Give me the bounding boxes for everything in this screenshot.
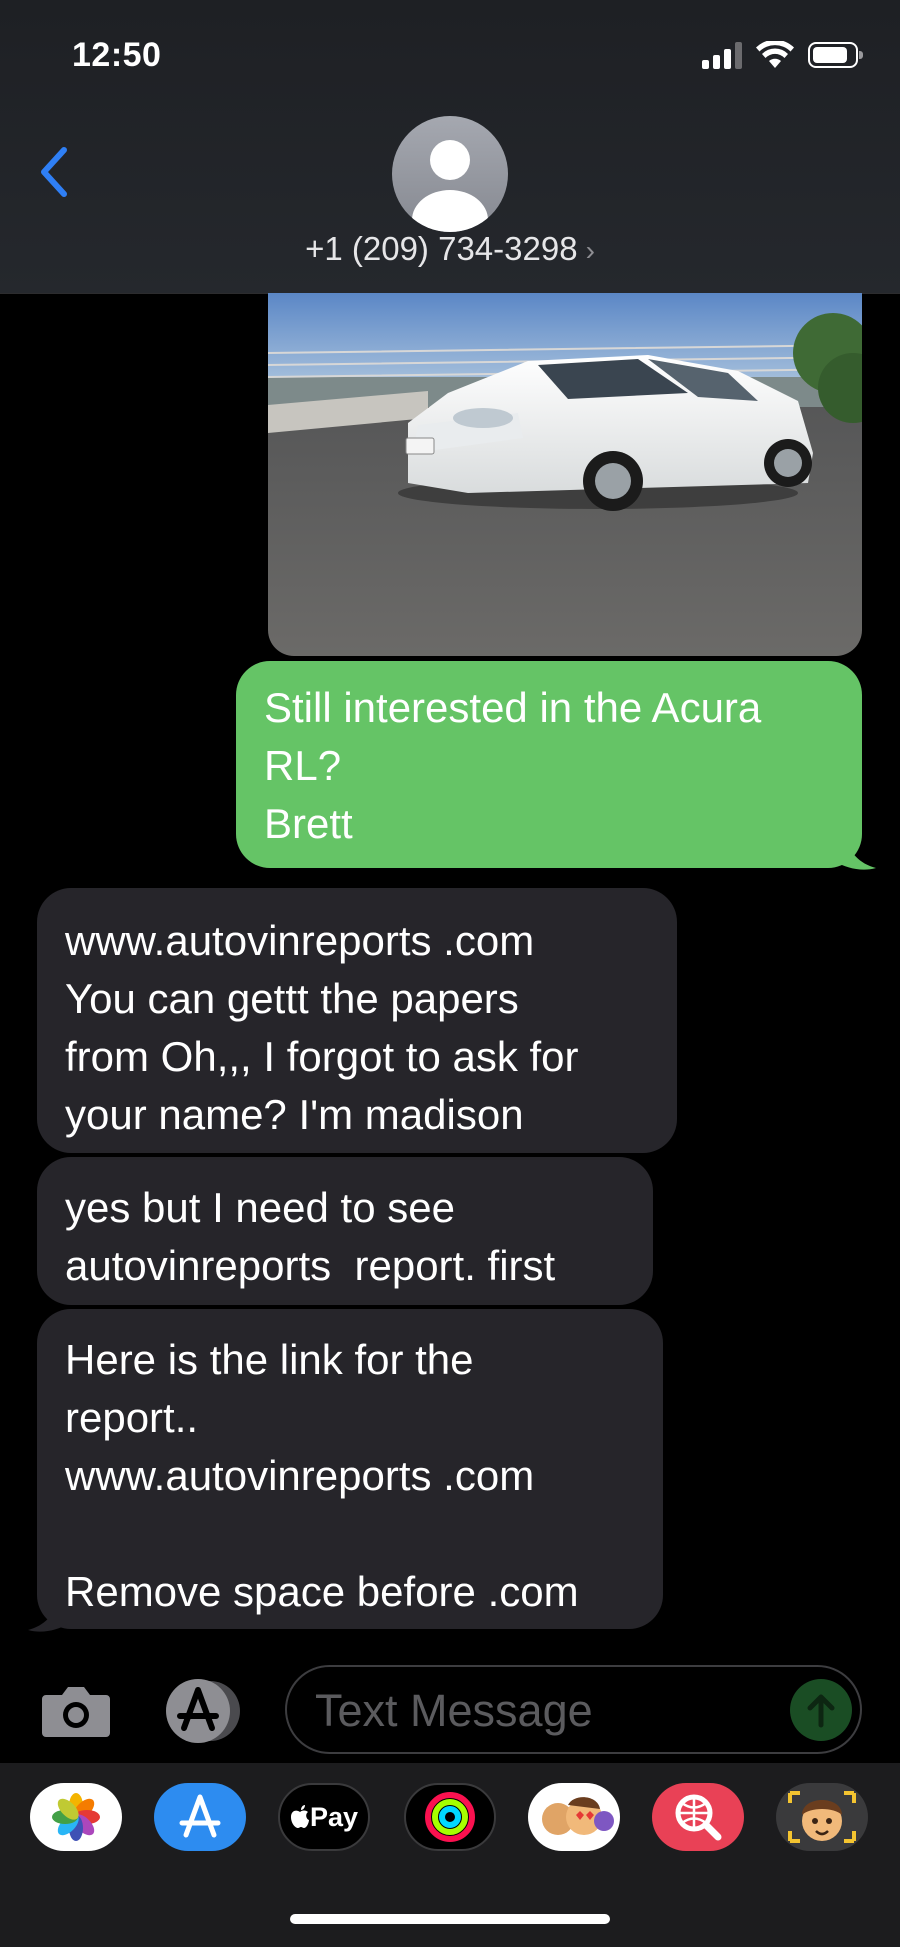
- photos-app-button[interactable]: [30, 1783, 122, 1851]
- message-text: You can gettt the papers: [65, 975, 519, 1022]
- message-text: yes but I need to see: [65, 1184, 455, 1231]
- conversation-header: 12:50 +1 (209) 734-3298 ›: [0, 0, 900, 294]
- cellular-signal-icon: [702, 41, 742, 69]
- contact-number[interactable]: +1 (209) 734-3298: [305, 230, 577, 267]
- memoji-stickers-icon: [542, 1797, 614, 1835]
- photos-icon: [52, 1793, 100, 1841]
- apple-pay-app-button[interactable]: Pay: [278, 1783, 370, 1851]
- memoji-stickers-app-button[interactable]: [528, 1783, 620, 1851]
- status-time: 12:50: [72, 36, 162, 74]
- message-input-placeholder: Text Message: [315, 1685, 593, 1736]
- message-input[interactable]: Text Message: [285, 1665, 862, 1754]
- sent-bubble-tail: [836, 836, 876, 870]
- received-message-bubble[interactable]: yes but I need to see autovinreports rep…: [37, 1157, 653, 1305]
- camera-icon[interactable]: [40, 1683, 112, 1739]
- memoji-icon: [788, 1791, 856, 1843]
- message-text: Remove space before .com: [65, 1568, 579, 1615]
- car-photo-message[interactable]: [268, 293, 862, 656]
- sent-message-bubble[interactable]: Still interested in the Acura RL? Brett: [236, 661, 862, 868]
- message-text: your name? I'm madison: [65, 1091, 524, 1138]
- message-text: RL?: [264, 742, 342, 789]
- message-text: ​: [65, 1505, 635, 1563]
- activity-icon: [425, 1792, 475, 1842]
- activity-app-button[interactable]: [404, 1783, 496, 1851]
- app-store-button-icon[interactable]: [160, 1676, 246, 1746]
- contact-name[interactable]: +1 (209) 734-3298 ›: [0, 230, 900, 268]
- arrow-up-icon: [807, 1694, 835, 1728]
- home-indicator[interactable]: [290, 1914, 610, 1924]
- image-search-icon: [675, 1794, 722, 1841]
- contact-avatar[interactable]: [392, 116, 508, 232]
- send-button[interactable]: [790, 1679, 852, 1741]
- person-icon: [412, 140, 488, 232]
- apple-pay-label: Pay: [309, 1801, 359, 1832]
- image-search-app-button[interactable]: [652, 1783, 744, 1851]
- message-text: report..: [65, 1394, 199, 1441]
- received-bubble-tail: [28, 1598, 68, 1632]
- memoji-app-button[interactable]: [776, 1783, 868, 1851]
- message-text: Still interested in the Acura: [264, 684, 762, 731]
- status-icons: [702, 38, 863, 72]
- received-message-bubble[interactable]: www.autovinreports .com You can gettt th…: [37, 888, 677, 1153]
- wifi-icon: [756, 41, 794, 68]
- received-message-bubble[interactable]: Here is the link for the report.. www.au…: [37, 1309, 663, 1629]
- message-text: Brett: [264, 800, 353, 847]
- message-text: www.autovinreports .com: [65, 1452, 535, 1499]
- message-text: autovinreports report. first: [65, 1242, 556, 1289]
- app-store-app-button[interactable]: [154, 1783, 246, 1851]
- app-store-icon: [179, 1794, 221, 1838]
- message-text: from Oh,,, I forgot to ask for: [65, 1033, 579, 1080]
- back-chevron-icon[interactable]: [34, 142, 74, 202]
- message-text: www.autovinreports .com: [65, 917, 535, 964]
- car-photo-image: [268, 293, 862, 656]
- apple-logo-icon: [290, 1805, 309, 1828]
- message-text: Here is the link for the: [65, 1336, 474, 1383]
- battery-icon: [808, 42, 863, 68]
- contact-chevron-icon: ›: [585, 235, 595, 266]
